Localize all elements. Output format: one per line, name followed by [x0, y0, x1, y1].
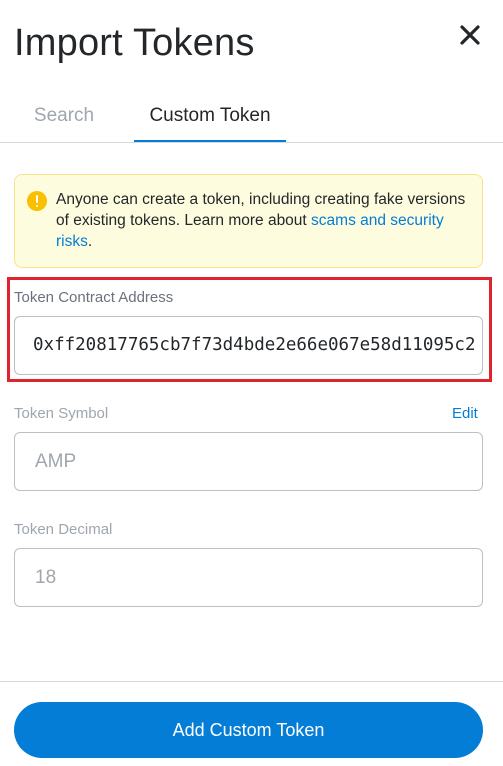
- close-button[interactable]: [457, 22, 483, 48]
- warning-text-end: .: [87, 233, 93, 250]
- token-decimal-input[interactable]: 18: [14, 548, 483, 607]
- symbol-edit-link[interactable]: Edit: [452, 405, 478, 422]
- warning-banner: Anyone can create a token, including cre…: [14, 174, 483, 268]
- page-title: Import Tokens: [14, 22, 255, 64]
- token-contract-address-input[interactable]: 0xff20817765cb7f73d4bde2e66e067e58d11095…: [14, 316, 483, 375]
- token-contract-address-label: Token Contract Address: [14, 289, 174, 306]
- close-icon: [460, 25, 480, 45]
- info-icon: [27, 191, 47, 211]
- token-symbol-input[interactable]: AMP: [14, 432, 483, 491]
- token-decimal-label: Token Decimal: [14, 521, 113, 538]
- token-symbol-label: Token Symbol: [14, 405, 109, 422]
- tab-bar: Search Custom Token: [0, 96, 503, 143]
- footer-divider: [0, 681, 503, 682]
- tab-custom-token[interactable]: Custom Token: [134, 96, 286, 142]
- add-custom-token-button[interactable]: Add Custom Token: [14, 702, 483, 758]
- tab-search[interactable]: Search: [14, 96, 114, 140]
